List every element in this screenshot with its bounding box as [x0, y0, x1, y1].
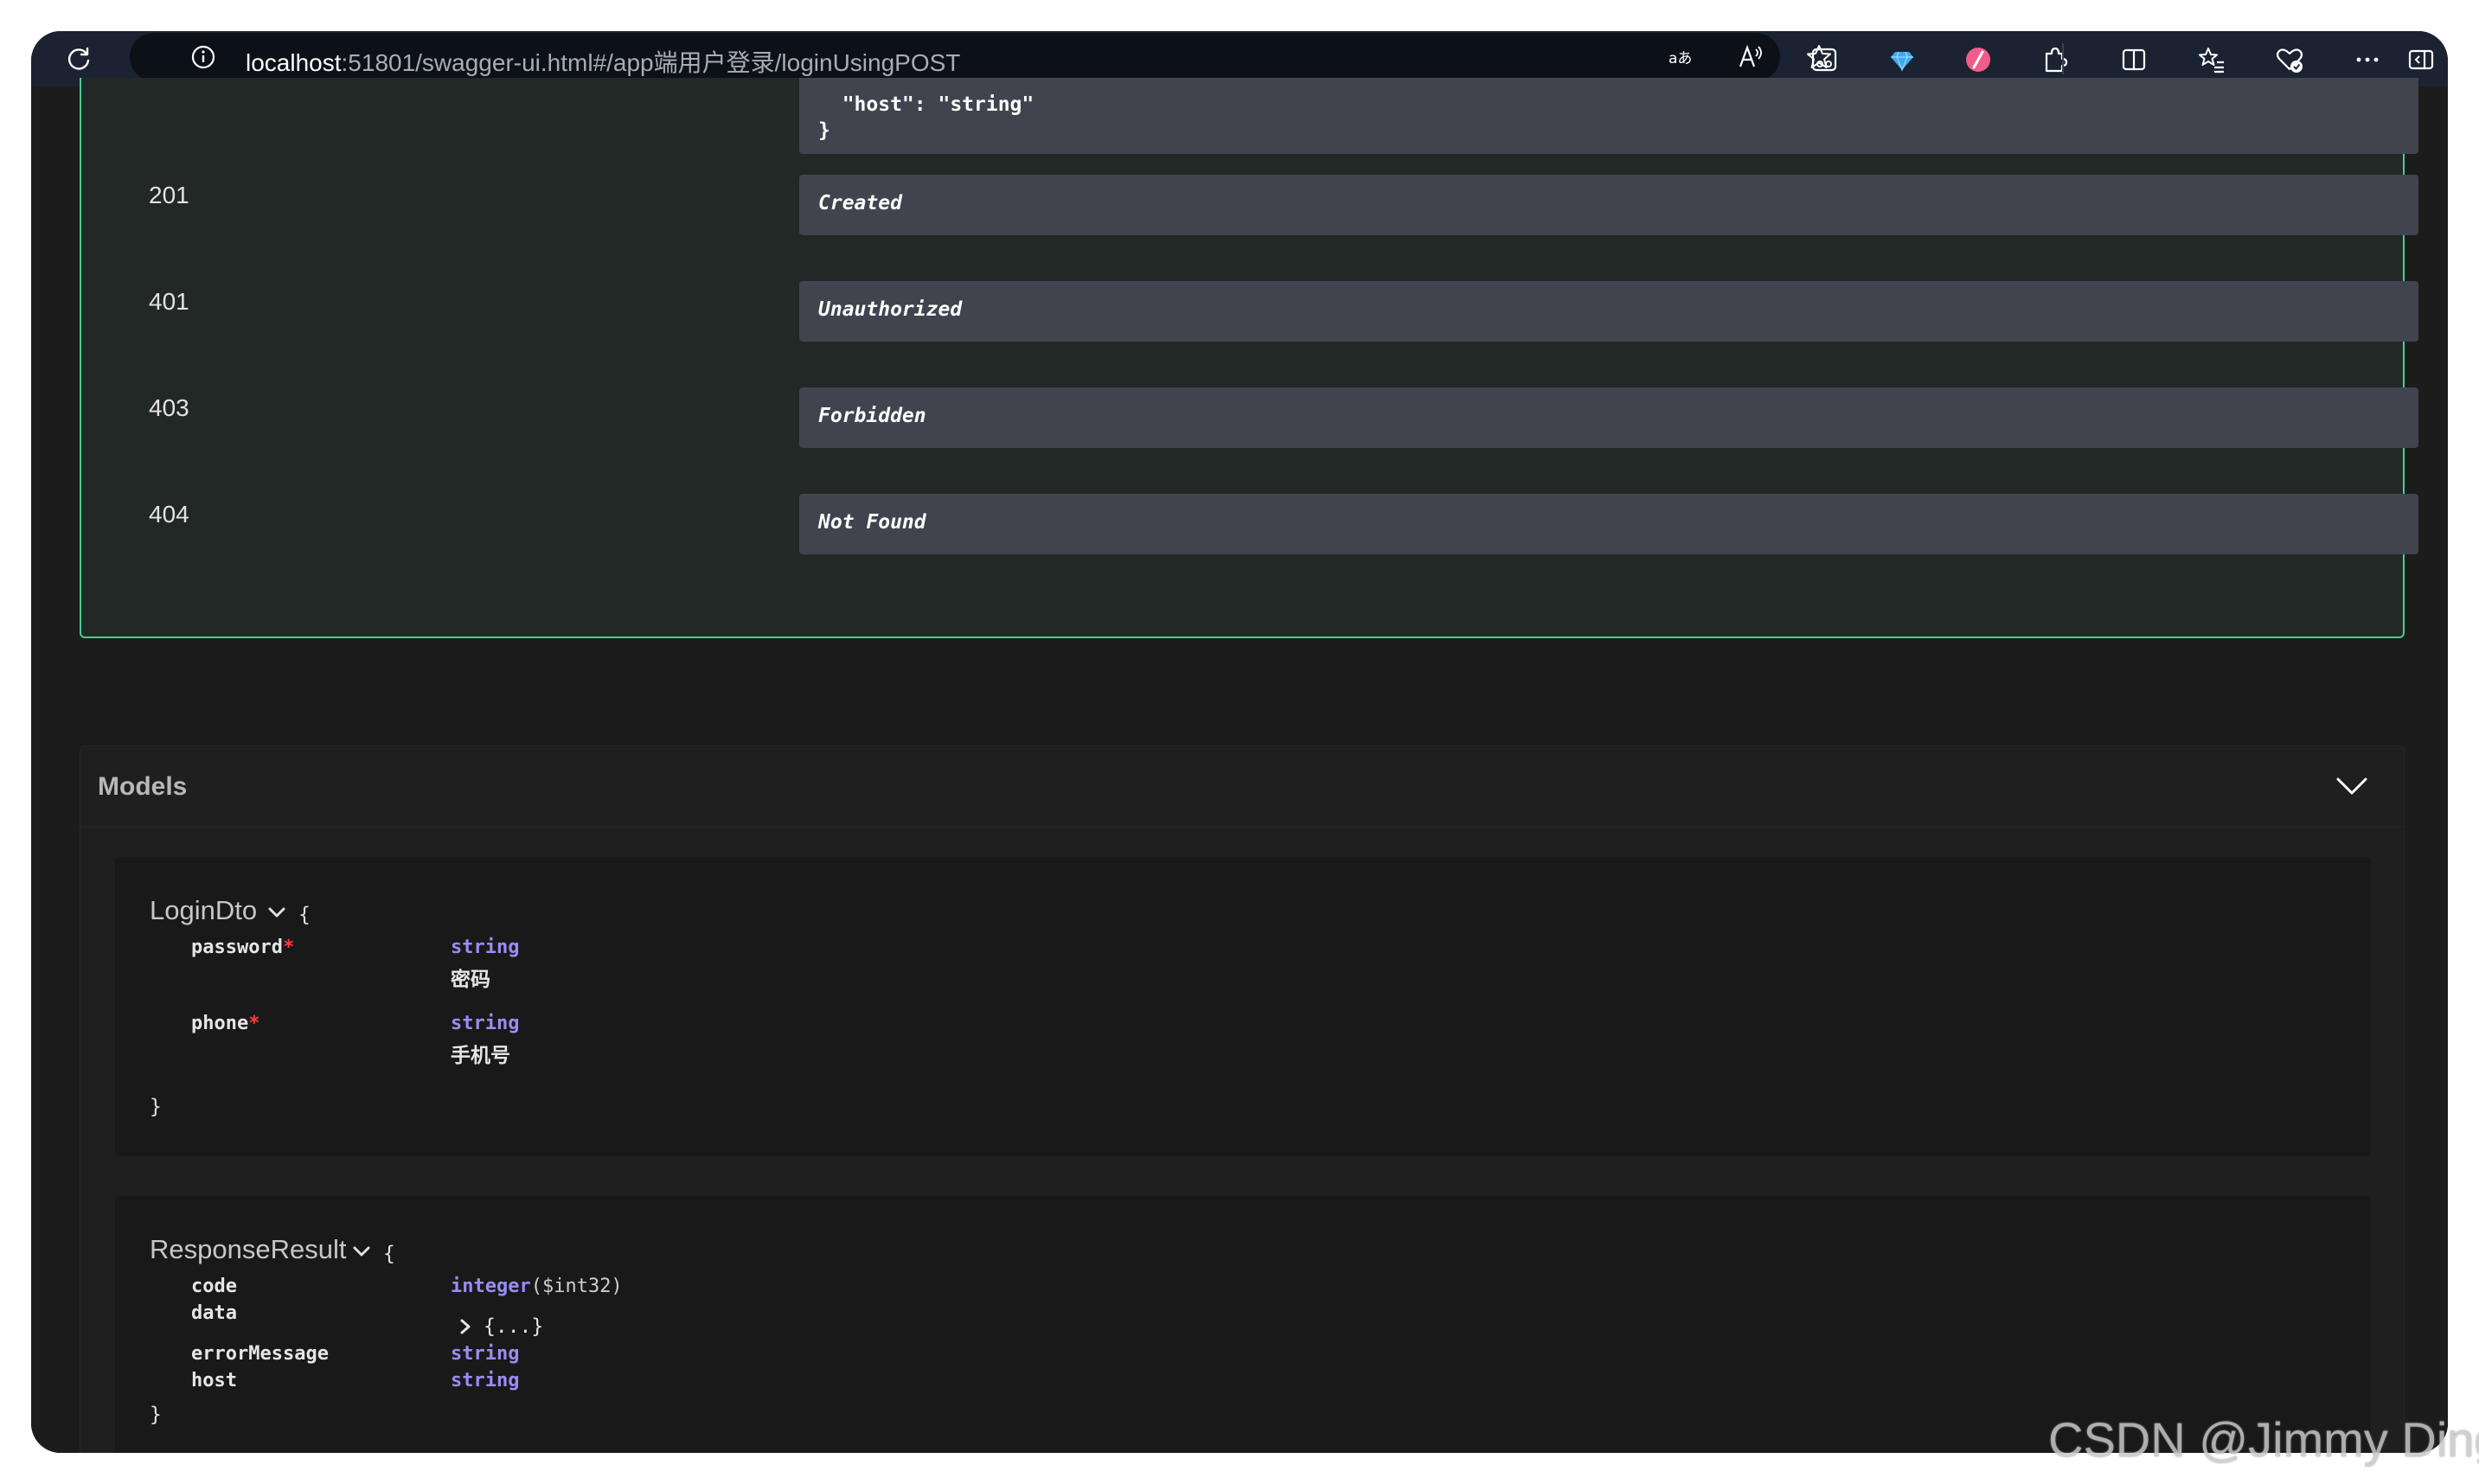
browser-window: localhost:51801/swagger-ui.html#/app端用户登… — [31, 31, 2448, 1453]
response-description-text: Unauthorized — [818, 298, 963, 321]
property-name: host — [191, 1370, 237, 1391]
property-name: password* — [191, 937, 295, 958]
property-name: phone* — [191, 1013, 260, 1034]
model-login-dto: LoginDto { password* string 密码 phone* st… — [115, 857, 2371, 1156]
response-code: 404 — [149, 501, 189, 528]
example-value-text: "host": "string" } — [818, 93, 1035, 142]
chevron-down-icon[interactable] — [2335, 771, 2369, 800]
chevron-down-icon[interactable] — [267, 905, 286, 919]
refresh-icon[interactable] — [64, 45, 93, 74]
response-description: Not Found — [799, 494, 2418, 554]
required-marker: * — [248, 1013, 260, 1034]
split-screen-icon[interactable] — [2119, 45, 2149, 74]
more-icon[interactable] — [2353, 45, 2382, 74]
response-description: Created — [799, 175, 2418, 235]
browser-essentials-icon[interactable] — [2275, 45, 2304, 74]
required-marker: * — [282, 937, 295, 958]
open-brace: { — [383, 1243, 395, 1265]
chevron-right-icon[interactable] — [459, 1318, 471, 1335]
reading-mode-icon[interactable] — [1810, 45, 1839, 74]
read-aloud-icon[interactable] — [1735, 42, 1765, 72]
property-description: 密码 — [451, 968, 490, 990]
collapsed-object: {...} — [484, 1315, 544, 1338]
slash-extension-icon[interactable] — [1963, 45, 1993, 74]
property-type: string — [451, 937, 520, 958]
models-header[interactable]: Models — [80, 746, 2404, 828]
response-code: 403 — [149, 394, 189, 421]
response-description: Forbidden — [799, 387, 2418, 448]
data-object-toggle[interactable]: {...} — [459, 1315, 543, 1338]
model-name[interactable]: ResponseResult — [150, 1234, 346, 1265]
response-code: 401 — [149, 288, 189, 315]
svg-text:aあ: aあ — [1669, 50, 1692, 67]
model-response-result: ResponseResult { code integer($int32) da… — [115, 1196, 2371, 1453]
watermark: CSDN @Jimmy Ding — [2048, 1412, 2479, 1467]
property-description: 手机号 — [451, 1044, 510, 1066]
property-type: string — [451, 1343, 520, 1365]
close-brace: } — [150, 1404, 162, 1426]
gem-extension-icon[interactable] — [1887, 45, 1917, 74]
response-code: 201 — [149, 182, 189, 208]
models-section: Models LoginDto { password* string 密码 ph… — [80, 745, 2405, 1453]
response-description-text: Forbidden — [818, 405, 926, 427]
chevron-down-icon[interactable] — [352, 1244, 371, 1258]
operation-responses-panel: "host": "string" } 201 Created 401 Unaut… — [80, 78, 2418, 638]
response-description-text: Created — [818, 192, 902, 214]
response-description: Unauthorized — [799, 281, 2418, 342]
property-name: errorMessage — [191, 1343, 329, 1365]
example-value-code-block: "host": "string" } — [799, 78, 2418, 154]
response-description-text: Not Found — [818, 511, 926, 534]
swagger-page: "host": "string" } 201 Created 401 Unaut… — [31, 78, 2448, 1453]
model-name[interactable]: LoginDto — [150, 895, 257, 926]
open-brace: { — [298, 904, 311, 926]
url-path: :51801/swagger-ui.html#/app端用户登录/loginUs… — [341, 49, 961, 76]
favorites-icon[interactable] — [2197, 45, 2226, 74]
sidebar-icon[interactable] — [2406, 45, 2436, 74]
property-type: string — [451, 1013, 520, 1034]
models-title: Models — [98, 772, 188, 801]
url-host: localhost — [246, 49, 342, 76]
property-type: integer($int32) — [451, 1276, 623, 1297]
toolbar-divider — [2062, 43, 2064, 74]
close-brace: } — [150, 1096, 162, 1118]
property-type: string — [451, 1370, 520, 1391]
property-format: ($int32) — [530, 1276, 623, 1297]
property-name: data — [191, 1302, 237, 1324]
property-name: code — [191, 1276, 237, 1297]
extensions-icon[interactable] — [2040, 45, 2069, 74]
translate-icon[interactable]: aあ — [1666, 42, 1695, 72]
url-text[interactable]: localhost:51801/swagger-ui.html#/app端用户登… — [246, 44, 960, 79]
site-info-icon[interactable] — [189, 42, 218, 72]
address-bar[interactable]: localhost:51801/swagger-ui.html#/app端用户登… — [130, 33, 1831, 81]
